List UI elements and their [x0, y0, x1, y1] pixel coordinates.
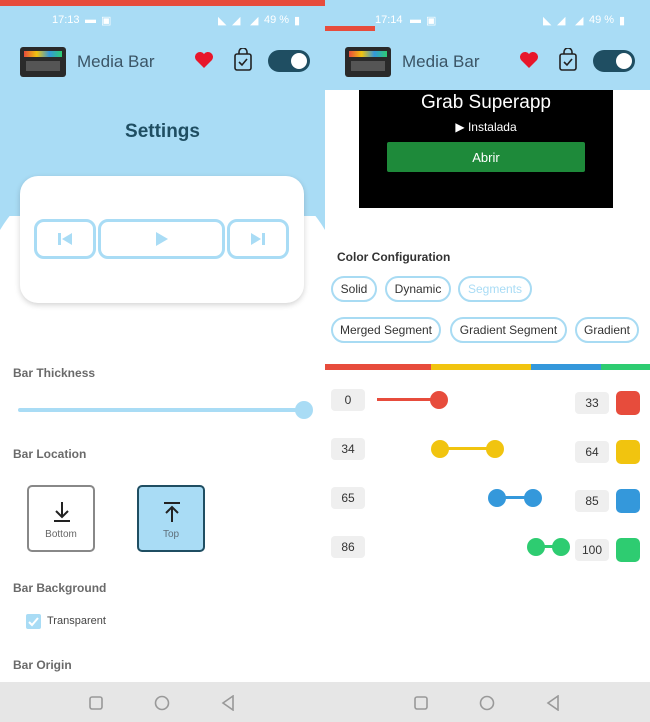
ad-banner[interactable]: Grab Superapp ▶ Instalada Abrir — [359, 90, 613, 208]
battery-text: 49 % — [589, 14, 615, 26]
chat-icon: ▬ — [410, 14, 421, 26]
signal-icon-2: ◢ — [250, 15, 259, 27]
top-red-stripe — [325, 26, 375, 31]
previous-button[interactable] — [34, 219, 96, 259]
play-button[interactable] — [98, 219, 225, 259]
segment-1-handle[interactable] — [430, 391, 448, 409]
app-logo — [345, 47, 391, 77]
previous-icon — [58, 233, 72, 245]
play-icon — [155, 232, 168, 246]
chip-gradient[interactable]: Gradient — [575, 317, 639, 343]
recents-button-icon[interactable] — [89, 696, 103, 710]
navigation-bar — [0, 682, 325, 722]
segment-4-start[interactable]: 86 — [331, 536, 365, 558]
bar-thickness-slider[interactable] — [18, 408, 304, 412]
segment-4-start-handle[interactable] — [527, 538, 545, 556]
chip-segments[interactable]: Segments — [458, 276, 532, 302]
check-icon — [28, 617, 39, 627]
app-logo — [20, 47, 66, 77]
toggle-knob — [616, 53, 632, 69]
location-top-option[interactable]: Top — [137, 485, 205, 552]
navigation-bar — [325, 682, 650, 722]
status-time: 17:14 — [375, 14, 403, 26]
arrow-up-icon — [164, 502, 180, 522]
settings-screen: 17:13 ▬ ▣ ◣ ◢ ◢ 49 % ▮ Media Bar Setting… — [0, 0, 325, 722]
signal-icon: ◢ — [557, 15, 566, 27]
segment-preview-blue — [531, 364, 601, 370]
segment-1-end[interactable]: 33 — [575, 392, 609, 414]
shopping-bag-icon[interactable] — [233, 48, 253, 72]
segment-3-start[interactable]: 65 — [331, 487, 365, 509]
signal-icon-2: ◢ — [575, 15, 584, 27]
segment-2-end-handle[interactable] — [486, 440, 504, 458]
chip-merged-segment[interactable]: Merged Segment — [331, 317, 441, 343]
chip-dynamic[interactable]: Dynamic — [385, 276, 451, 302]
battery-icon: ▮ — [619, 15, 626, 27]
slider-thumb[interactable] — [295, 401, 313, 419]
bar-background-label: Bar Background — [13, 581, 107, 595]
segment-1-start[interactable]: 0 — [331, 389, 365, 411]
ad-status: ▶ Instalada — [359, 120, 613, 134]
bar-thickness-label: Bar Thickness — [13, 366, 96, 380]
app-title: Media Bar — [402, 52, 480, 71]
image-icon: ▣ — [101, 15, 112, 27]
toggle-switch[interactable] — [268, 50, 310, 72]
location-top-label: Top — [162, 529, 180, 540]
image-icon: ▣ — [426, 15, 437, 27]
segment-4-end[interactable]: 100 — [575, 539, 609, 561]
segment-3-color-swatch[interactable] — [616, 489, 640, 513]
color-config-screen: 17:14 ▬ ▣ ◣ ◢ ◢ 49 % ▮ Media Bar Grab Su… — [325, 0, 650, 722]
shopping-bag-icon[interactable] — [558, 48, 578, 72]
ad-title: Grab Superapp — [421, 92, 551, 113]
status-time: 17:13 — [52, 14, 80, 26]
heart-icon[interactable] — [194, 51, 214, 69]
heart-icon[interactable] — [519, 51, 539, 69]
play-store-icon: ▶ — [455, 120, 465, 134]
location-bottom-label: Bottom — [45, 529, 77, 540]
color-config-label: Color Configuration — [337, 250, 451, 264]
wifi-icon: ◣ — [543, 15, 552, 27]
signal-icon: ◢ — [232, 15, 241, 27]
segment-3-end[interactable]: 85 — [575, 490, 609, 512]
chat-icon: ▬ — [85, 14, 96, 26]
segment-4-color-swatch[interactable] — [616, 538, 640, 562]
wifi-icon: ◣ — [218, 15, 227, 27]
segment-preview-green — [601, 364, 650, 370]
transparent-label: Transparent — [47, 615, 106, 627]
arrow-down-icon — [54, 502, 70, 522]
toggle-knob — [291, 53, 307, 69]
segment-2-start-handle[interactable] — [431, 440, 449, 458]
segment-preview-red — [325, 364, 431, 370]
chip-solid[interactable]: Solid — [331, 276, 377, 302]
location-bottom-option[interactable]: Bottom — [27, 485, 95, 552]
segment-3-start-handle[interactable] — [488, 489, 506, 507]
battery-icon: ▮ — [294, 15, 301, 27]
app-title: Media Bar — [77, 52, 155, 71]
segment-preview-yellow — [431, 364, 531, 370]
toggle-switch[interactable] — [593, 50, 635, 72]
transparent-checkbox[interactable] — [26, 614, 41, 629]
battery-text: 49 % — [264, 14, 290, 26]
segment-2-start[interactable]: 34 — [331, 438, 365, 460]
bar-location-label: Bar Location — [13, 447, 87, 461]
segment-4-end-handle[interactable] — [552, 538, 570, 556]
chip-gradient-segment[interactable]: Gradient Segment — [450, 317, 567, 343]
home-button-icon[interactable] — [154, 695, 170, 711]
segment-2-end[interactable]: 64 — [575, 441, 609, 463]
next-icon — [251, 233, 265, 245]
segment-3-end-handle[interactable] — [524, 489, 542, 507]
segment-2-color-swatch[interactable] — [616, 440, 640, 464]
next-button[interactable] — [227, 219, 289, 259]
page-title: Settings — [125, 121, 200, 142]
recents-button-icon[interactable] — [414, 696, 428, 710]
back-button-icon[interactable] — [546, 695, 560, 711]
ad-open-button[interactable]: Abrir — [387, 142, 585, 172]
bar-origin-label: Bar Origin — [13, 658, 72, 672]
back-button-icon[interactable] — [221, 695, 235, 711]
segment-1-color-swatch[interactable] — [616, 391, 640, 415]
ad-status-label: Instalada — [467, 120, 517, 134]
home-button-icon[interactable] — [479, 695, 495, 711]
